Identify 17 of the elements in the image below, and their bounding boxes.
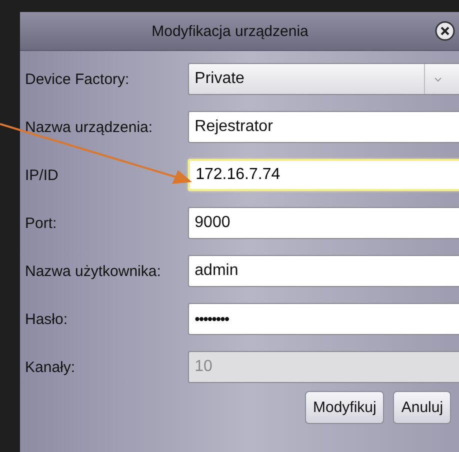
field-label: Nazwa urządzenia: — [25, 118, 154, 136]
window-title: Modyfikacja urządzenia — [152, 22, 308, 40]
field-label: IP/ID — [25, 166, 60, 184]
input-field[interactable]: 9000 — [188, 207, 459, 239]
cancel-button[interactable]: Anuluj — [393, 391, 452, 424]
field-label: Port: — [25, 214, 58, 232]
dropdown-field[interactable]: Private — [188, 63, 459, 95]
input-field[interactable]: admin — [188, 255, 459, 287]
field-label: Hasło: — [25, 310, 69, 328]
field-label: Kanały: — [25, 358, 76, 376]
modify-button[interactable]: Modyfikuj — [305, 391, 384, 424]
field-label: Device Factory: — [25, 70, 130, 88]
input-field[interactable]: 172.16.7.74 — [188, 159, 459, 191]
input-field[interactable]: Rejestrator — [188, 111, 459, 143]
close-icon[interactable] — [435, 21, 455, 41]
password-field[interactable]: •••••••• — [188, 303, 459, 335]
field-label: Nazwa użytkownika: — [25, 262, 162, 280]
